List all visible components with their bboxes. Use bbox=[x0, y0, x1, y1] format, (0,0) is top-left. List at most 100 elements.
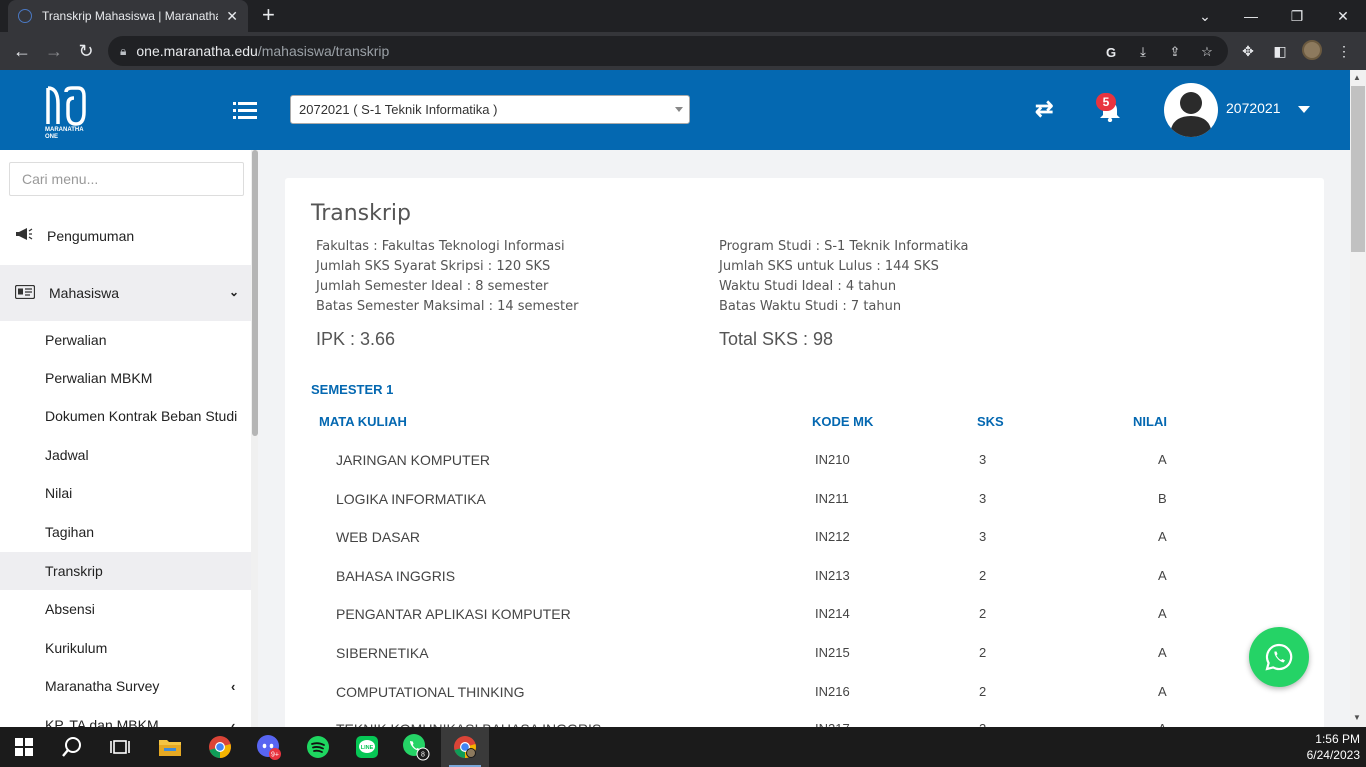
google-icon[interactable]: G bbox=[1102, 43, 1120, 61]
whatsapp-icon bbox=[1265, 643, 1293, 671]
whatsapp-taskbar-icon[interactable]: 8 bbox=[392, 727, 440, 767]
install-icon[interactable]: ⤓ bbox=[1134, 43, 1152, 61]
whatsapp-badge: 8 bbox=[421, 752, 425, 759]
sidebar-item-label: KP, TA dan MBKM bbox=[45, 717, 159, 727]
sidebar-item-pengumuman[interactable]: Pengumuman bbox=[0, 217, 251, 255]
profile-avatar-icon[interactable] bbox=[1302, 40, 1322, 60]
sidebar-item-nilai[interactable]: Nilai bbox=[0, 474, 251, 512]
sidebar-item-label: Transkrip bbox=[45, 563, 103, 579]
course-sks: 2 bbox=[979, 606, 987, 621]
course-name: WEB DASAR bbox=[336, 529, 421, 545]
close-icon[interactable]: ✕ bbox=[226, 8, 238, 25]
system-clock[interactable]: 1:56 PM 6/24/2023 bbox=[1300, 731, 1360, 763]
course-grade: A bbox=[1158, 452, 1167, 467]
browser-tab[interactable]: Transkrip Mahasiswa | Maranatha One ✕ bbox=[8, 0, 248, 32]
sidebar-item-jadwal[interactable]: Jadwal bbox=[0, 436, 251, 474]
sidebar-item-perwalian[interactable]: Perwalian bbox=[0, 321, 251, 359]
sidebar-item-perwalian-mbkm[interactable]: Perwalian MBKM bbox=[0, 359, 251, 397]
course-grade: A bbox=[1158, 684, 1167, 699]
new-tab-icon[interactable]: + bbox=[262, 4, 275, 26]
caret-down-icon[interactable] bbox=[1298, 106, 1310, 113]
browser-toolbar: ← → ↻ 🔒︎ one.maranatha.edu/mahasiswa/tra… bbox=[0, 32, 1366, 70]
file-explorer-icon[interactable] bbox=[146, 727, 194, 767]
share-icon[interactable]: ⇪ bbox=[1166, 43, 1184, 61]
back-icon[interactable]: ← bbox=[10, 39, 34, 63]
discord-badge: 9+ bbox=[271, 752, 279, 759]
column-header-course: MATA KULIAH bbox=[319, 414, 407, 429]
forward-icon[interactable]: → bbox=[42, 39, 66, 63]
sidebar-item-dokumen-kontrak[interactable]: Dokumen Kontrak Beban Studi bbox=[0, 397, 251, 435]
sidebar-item-kp-ta-mbkm[interactable]: KP, TA dan MBKM ‹ bbox=[0, 706, 251, 727]
info-sks-graduation: Jumlah SKS untuk Lulus : 144 SKS bbox=[719, 259, 939, 274]
course-name: SIBERNETIKA bbox=[336, 645, 429, 661]
user-avatar[interactable] bbox=[1164, 83, 1218, 137]
sidebar: Pengumuman Mahasiswa ⌄ Perwalian Perwali… bbox=[0, 150, 258, 727]
info-max-duration: Batas Waktu Studi : 7 tahun bbox=[719, 299, 902, 314]
page-scrollbar-thumb[interactable] bbox=[1351, 86, 1365, 252]
total-sks-value: Total SKS : 98 bbox=[719, 329, 834, 349]
course-grade: A bbox=[1158, 606, 1167, 621]
info-ideal-duration: Waktu Studi Ideal : 4 tahun bbox=[719, 279, 897, 294]
chrome-active-icon[interactable] bbox=[441, 727, 489, 767]
period-select[interactable]: 2072021 ( S-1 Teknik Informatika ) bbox=[290, 95, 690, 124]
line-icon[interactable]: LINE bbox=[343, 727, 391, 767]
sidebar-scrollbar-thumb[interactable] bbox=[252, 150, 258, 436]
discord-icon[interactable]: 9+ bbox=[245, 727, 293, 767]
course-name: BAHASA INGGRIS bbox=[336, 568, 456, 584]
info-sks-thesis: Jumlah SKS Syarat Skripsi : 120 SKS bbox=[316, 259, 551, 274]
chevron-left-icon: ‹ bbox=[231, 718, 236, 727]
side-panel-icon[interactable]: ◧ bbox=[1270, 41, 1290, 61]
sidebar-item-label: Perwalian MBKM bbox=[45, 370, 153, 386]
course-sks: 3 bbox=[979, 491, 987, 506]
chrome-icon[interactable] bbox=[196, 727, 244, 767]
course-code: IN210 bbox=[815, 452, 850, 467]
windows-start-icon[interactable] bbox=[0, 727, 48, 767]
sidebar-item-label: Maranatha Survey bbox=[45, 678, 160, 694]
sidebar-item-transkrip[interactable]: Transkrip bbox=[0, 552, 251, 590]
clock-date: 6/24/2023 bbox=[1306, 748, 1360, 762]
search-icon[interactable] bbox=[48, 727, 96, 767]
menu-search-input[interactable] bbox=[9, 162, 244, 196]
lock-icon: 🔒︎ bbox=[120, 43, 127, 58]
bookmark-star-icon[interactable]: ☆ bbox=[1198, 43, 1216, 61]
sidebar-item-label: Pengumuman bbox=[47, 228, 135, 244]
course-grade: A bbox=[1158, 645, 1167, 660]
address-bar[interactable]: 🔒︎ one.maranatha.edu/mahasiswa/transkrip… bbox=[108, 36, 1228, 66]
sidebar-item-kurikulum[interactable]: Kurikulum bbox=[0, 629, 251, 667]
chevron-left-icon: ‹ bbox=[231, 679, 236, 694]
task-view-icon[interactable] bbox=[96, 727, 144, 767]
globe-icon bbox=[18, 9, 32, 23]
scroll-down-icon[interactable]: ▼ bbox=[1353, 713, 1361, 722]
sidebar-item-label: Kurikulum bbox=[45, 640, 108, 656]
sidebar-item-label: Perwalian bbox=[45, 332, 107, 348]
url-path: /mahasiswa/transkrip bbox=[257, 43, 390, 59]
reload-icon[interactable]: ↻ bbox=[74, 39, 98, 63]
course-grade: B bbox=[1158, 491, 1167, 506]
column-header-sks: SKS bbox=[977, 414, 1004, 429]
course-sks: 2 bbox=[979, 645, 987, 660]
sidebar-item-maranatha-survey[interactable]: Maranatha Survey ‹ bbox=[0, 667, 251, 705]
semester-title: SEMESTER 1 bbox=[311, 382, 394, 397]
course-name: JARINGAN KOMPUTER bbox=[336, 452, 491, 468]
minimize-icon[interactable]: — bbox=[1228, 0, 1274, 32]
hamburger-menu-icon[interactable] bbox=[233, 100, 257, 120]
tab-title: Transkrip Mahasiswa | Maranatha One bbox=[42, 9, 219, 23]
info-study-program: Program Studi : S-1 Teknik Informatika bbox=[719, 239, 969, 254]
spotify-icon[interactable] bbox=[294, 727, 342, 767]
course-name: PENGANTAR APLIKASI KOMPUTER bbox=[336, 606, 571, 622]
sidebar-item-absensi[interactable]: Absensi bbox=[0, 590, 251, 628]
url-host: one.maranatha.edu bbox=[136, 43, 258, 59]
extensions-icon[interactable]: ✥ bbox=[1238, 41, 1258, 61]
menu-dots-icon[interactable]: ⋮ bbox=[1334, 41, 1354, 61]
window-close-icon[interactable]: ✕ bbox=[1320, 0, 1366, 32]
browser-tabbar: Transkrip Mahasiswa | Maranatha One ✕ + … bbox=[0, 0, 1366, 32]
chevron-down-icon[interactable]: ⌄ bbox=[1182, 0, 1228, 32]
whatsapp-button[interactable] bbox=[1249, 627, 1309, 687]
switch-arrows-icon[interactable]: ⇄ bbox=[1035, 98, 1059, 120]
scroll-up-icon[interactable]: ▲ bbox=[1353, 73, 1361, 82]
restore-icon[interactable]: ❐ bbox=[1274, 0, 1320, 32]
sidebar-section-mahasiswa[interactable]: Mahasiswa ⌄ bbox=[0, 265, 251, 321]
sidebar-item-tagihan[interactable]: Tagihan bbox=[0, 513, 251, 551]
user-name[interactable]: 2072021 bbox=[1226, 100, 1281, 116]
period-select-value: 2072021 ( S-1 Teknik Informatika ) bbox=[299, 102, 498, 117]
